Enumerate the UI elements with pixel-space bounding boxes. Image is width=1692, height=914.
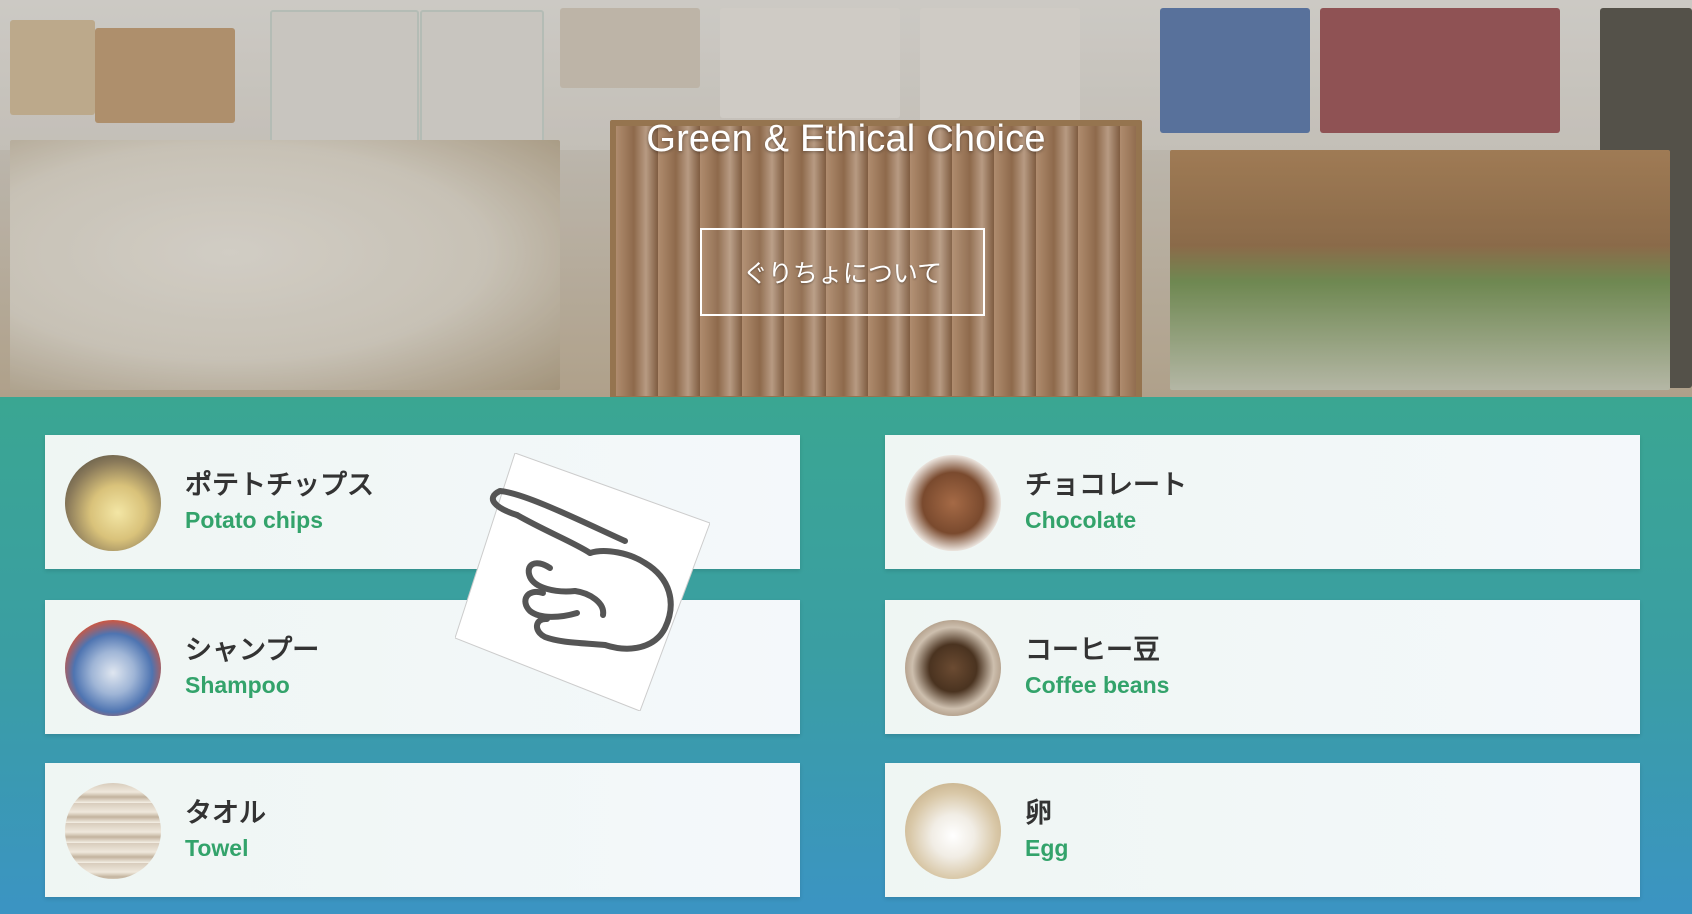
product-name-jp: シャンプー bbox=[185, 635, 320, 665]
about-button[interactable]: ぐりちょについて bbox=[700, 228, 985, 316]
product-name-en: Coffee beans bbox=[1025, 672, 1170, 698]
towel-thumbnail bbox=[65, 783, 161, 879]
product-name-jp: ポテトチップス bbox=[185, 470, 374, 500]
product-name-en: Egg bbox=[1025, 835, 1069, 861]
pointing-hand-icon bbox=[455, 453, 710, 711]
hero-banner: Green & Ethical Choice ぐりちょについて bbox=[0, 0, 1692, 397]
hero-title: Green & Ethical Choice bbox=[646, 118, 1046, 160]
product-name-jp: コーヒー豆 bbox=[1025, 635, 1160, 665]
product-name-en: Potato chips bbox=[185, 507, 324, 533]
chocolate-thumbnail bbox=[905, 455, 1001, 551]
potato-chips-thumbnail bbox=[65, 455, 161, 551]
product-name-jp: チョコレート bbox=[1025, 470, 1187, 500]
product-name-en: Shampoo bbox=[185, 672, 290, 698]
product-grid: ポテトチップス Potato chips チョコレート Chocolate シャ… bbox=[0, 397, 1692, 914]
product-card-coffee-beans[interactable]: コーヒー豆 Coffee beans bbox=[885, 600, 1640, 734]
product-name-en: Chocolate bbox=[1025, 507, 1137, 533]
product-card-chocolate[interactable]: チョコレート Chocolate bbox=[885, 435, 1640, 569]
egg-thumbnail bbox=[905, 783, 1001, 879]
coffee-beans-thumbnail bbox=[905, 620, 1001, 716]
shampoo-thumbnail bbox=[65, 620, 161, 716]
hero-overlay bbox=[0, 0, 1692, 397]
product-name-jp: タオル bbox=[185, 798, 266, 828]
product-card-towel[interactable]: タオル Towel bbox=[45, 763, 800, 897]
product-card-egg[interactable]: 卵 Egg bbox=[885, 763, 1640, 897]
product-name-jp: 卵 bbox=[1025, 798, 1052, 828]
product-name-en: Towel bbox=[185, 835, 249, 861]
